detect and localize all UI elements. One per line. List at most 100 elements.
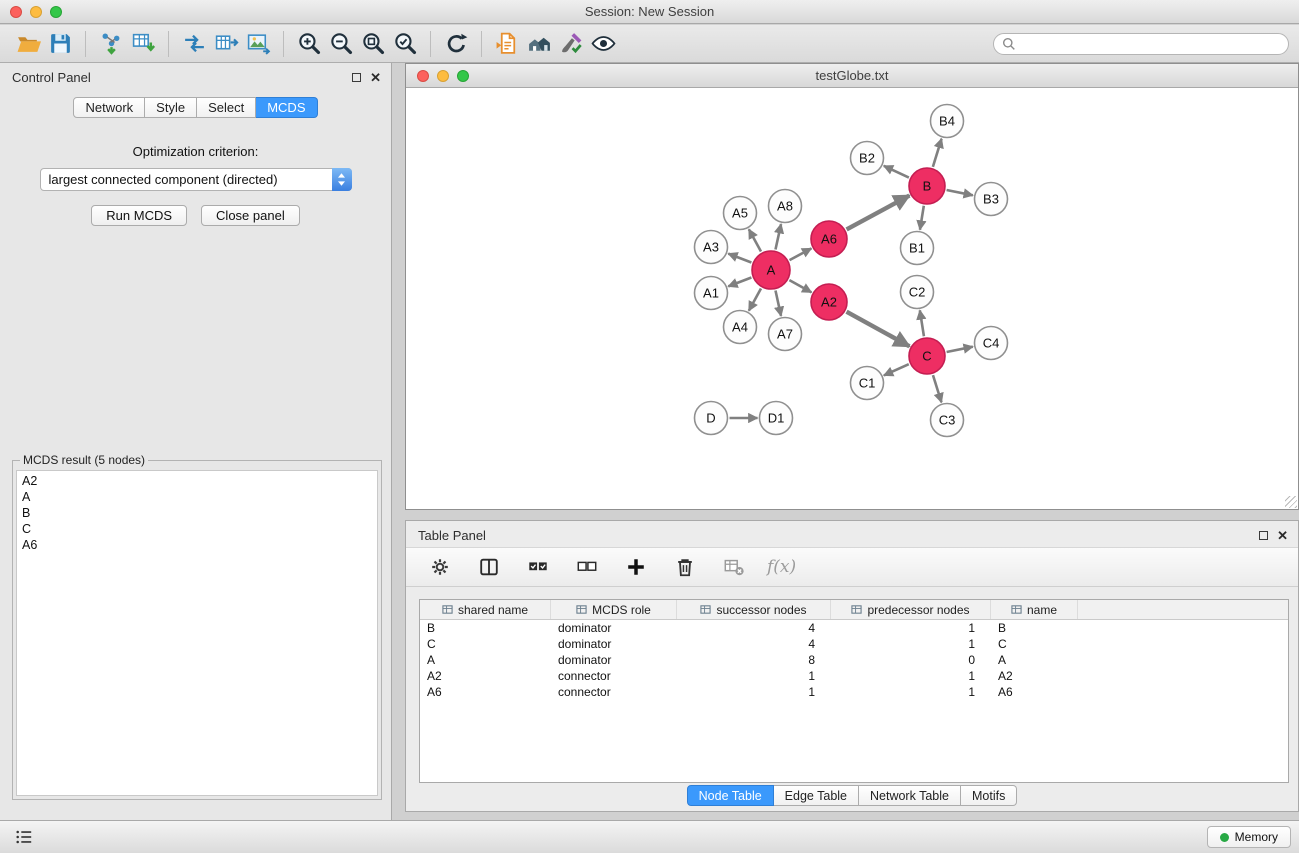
select-all-button[interactable] — [522, 551, 554, 583]
graph-node-A[interactable]: A — [752, 251, 790, 289]
column-header-MCDS-role[interactable]: MCDS role — [551, 600, 677, 619]
table-cell[interactable]: 1 — [831, 684, 991, 700]
mcds-result-list[interactable]: A2ABCA6 — [16, 470, 378, 796]
table-cell[interactable]: 4 — [677, 636, 831, 652]
search-input[interactable] — [1021, 37, 1280, 51]
table-cell[interactable]: 1 — [677, 684, 831, 700]
table-row[interactable]: A6connector11A6 — [420, 684, 1288, 700]
column-header-predecessor-nodes[interactable]: predecessor nodes — [831, 600, 991, 619]
close-table-panel-icon[interactable]: ✕ — [1277, 529, 1288, 542]
delete-button[interactable] — [669, 551, 701, 583]
graph-node-B3[interactable]: B3 — [975, 183, 1008, 216]
graph-edge-C-C4[interactable] — [947, 347, 973, 352]
graph-node-B4[interactable]: B4 — [931, 105, 964, 138]
import-table-button[interactable] — [127, 28, 159, 60]
minimize-window-button[interactable] — [30, 6, 42, 18]
table-cell[interactable]: A6 — [420, 684, 551, 700]
columns-button[interactable] — [473, 551, 505, 583]
graph-node-B1[interactable]: B1 — [901, 232, 934, 265]
close-panel-button[interactable]: Close panel — [201, 205, 300, 226]
tab-node-table[interactable]: Node Table — [687, 785, 774, 806]
tab-mcds[interactable]: MCDS — [256, 97, 317, 118]
graph-edge-C-C3[interactable] — [933, 375, 942, 402]
graph-edge-C-C1[interactable] — [884, 364, 909, 375]
graph-edge-A-A1[interactable] — [728, 278, 751, 287]
graph-edge-A6-B[interactable] — [847, 196, 910, 230]
graph-edge-A-A3[interactable] — [728, 254, 751, 263]
document-button[interactable] — [491, 28, 523, 60]
table-cell[interactable]: 1 — [831, 636, 991, 652]
graph-node-A8[interactable]: A8 — [769, 190, 802, 223]
resize-grip[interactable] — [1285, 496, 1297, 508]
network-close-button[interactable] — [417, 70, 429, 82]
graph-node-A5[interactable]: A5 — [724, 197, 757, 230]
tab-edge-table[interactable]: Edge Table — [774, 785, 859, 806]
graph-node-A4[interactable]: A4 — [724, 311, 757, 344]
tab-motifs[interactable]: Motifs — [961, 785, 1017, 806]
table-row[interactable]: Bdominator41B — [420, 620, 1288, 636]
column-header-successor-nodes[interactable]: successor nodes — [677, 600, 831, 619]
table-cell[interactable]: 8 — [677, 652, 831, 668]
table-cell[interactable]: B — [991, 620, 1078, 636]
zoom-in-button[interactable] — [293, 28, 325, 60]
graph-edge-A-A4[interactable] — [749, 288, 761, 310]
run-mcds-button[interactable]: Run MCDS — [91, 205, 187, 226]
float-panel-icon[interactable] — [352, 73, 361, 82]
table-cell[interactable]: A2 — [991, 668, 1078, 684]
network-canvas[interactable]: AA1A2A3A4A5A6A7A8BB1B2B3B4CC1C2C3C4DD1 — [406, 88, 1298, 509]
graph-edge-A2-C[interactable] — [847, 312, 910, 347]
table-cell[interactable]: connector — [551, 668, 677, 684]
criterion-dropdown[interactable]: largest connected component (directed) — [40, 168, 352, 191]
close-panel-icon[interactable]: ✕ — [370, 71, 381, 84]
houses-button[interactable] — [523, 28, 555, 60]
table-cell[interactable]: A2 — [420, 668, 551, 684]
tab-network[interactable]: Network — [73, 97, 145, 118]
gear-button[interactable] — [424, 551, 456, 583]
table-cell[interactable]: A6 — [991, 684, 1078, 700]
table-cell[interactable]: A — [991, 652, 1078, 668]
table-cell[interactable]: 0 — [831, 652, 991, 668]
table-row[interactable]: Cdominator41C — [420, 636, 1288, 652]
table-cell[interactable]: connector — [551, 684, 677, 700]
graph-node-A6[interactable]: A6 — [811, 221, 847, 257]
table-cell[interactable]: 1 — [831, 620, 991, 636]
graph-edge-A-A6[interactable] — [790, 248, 812, 260]
graph-edge-C-C2[interactable] — [920, 310, 924, 336]
eye-button[interactable] — [587, 28, 619, 60]
table-cell[interactable]: dominator — [551, 652, 677, 668]
refresh-button[interactable] — [440, 28, 472, 60]
export-image-button[interactable] — [242, 28, 274, 60]
export-table-button[interactable] — [210, 28, 242, 60]
network-minimize-button[interactable] — [437, 70, 449, 82]
graph-node-B2[interactable]: B2 — [851, 142, 884, 175]
zoom-selected-button[interactable] — [389, 28, 421, 60]
import-network-button[interactable] — [95, 28, 127, 60]
style-check-button[interactable] — [555, 28, 587, 60]
table-cell[interactable]: B — [420, 620, 551, 636]
graph-node-A1[interactable]: A1 — [695, 277, 728, 310]
graph-edge-A-A8[interactable] — [775, 224, 781, 249]
table-cell[interactable]: C — [991, 636, 1078, 652]
save-button[interactable] — [44, 28, 76, 60]
graph-edge-A-A2[interactable] — [789, 280, 811, 292]
graph-node-C1[interactable]: C1 — [851, 367, 884, 400]
graph-edge-A-A7[interactable] — [775, 291, 781, 316]
folder-open-button[interactable] — [12, 28, 44, 60]
zoom-window-button[interactable] — [50, 6, 62, 18]
close-window-button[interactable] — [10, 6, 22, 18]
graph-node-A3[interactable]: A3 — [695, 231, 728, 264]
graph-node-C[interactable]: C — [909, 338, 945, 374]
table-cell[interactable]: A — [420, 652, 551, 668]
network-graph[interactable]: AA1A2A3A4A5A6A7A8BB1B2B3B4CC1C2C3C4DD1 — [406, 88, 1298, 509]
delete-table-button[interactable] — [718, 551, 750, 583]
memory-button[interactable]: Memory — [1207, 826, 1291, 848]
table-cell[interactable]: 1 — [831, 668, 991, 684]
table-cell[interactable]: C — [420, 636, 551, 652]
graph-edge-B-B2[interactable] — [884, 166, 909, 178]
graph-node-C3[interactable]: C3 — [931, 404, 964, 437]
graph-node-D1[interactable]: D1 — [760, 402, 793, 435]
table-cell[interactable]: dominator — [551, 636, 677, 652]
table-row[interactable]: A2connector11A2 — [420, 668, 1288, 684]
tab-select[interactable]: Select — [197, 97, 256, 118]
tab-network-table[interactable]: Network Table — [859, 785, 961, 806]
